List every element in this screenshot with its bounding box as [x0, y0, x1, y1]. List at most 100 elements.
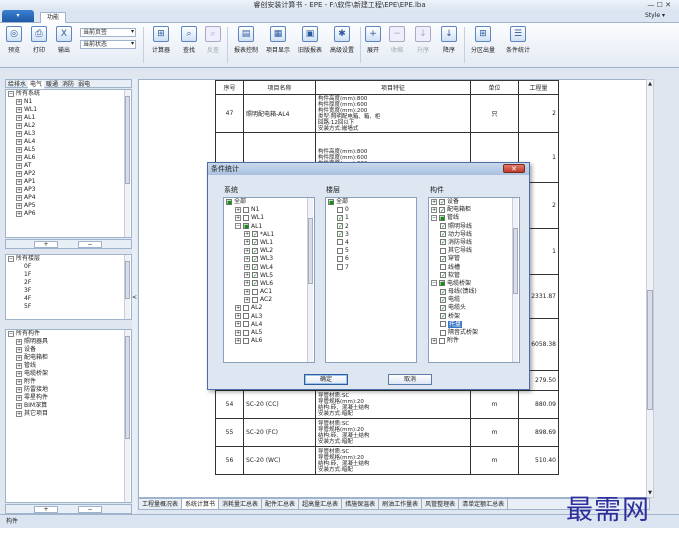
checklist-item[interactable]: 5	[326, 247, 416, 255]
checklist-item[interactable]: 1	[326, 214, 416, 222]
checklist-item[interactable]: 线槽	[429, 264, 519, 272]
checklist-item[interactable]: + N1	[224, 206, 314, 214]
expand-toggle-icon[interactable]: +	[16, 346, 22, 353]
tree-scrollbar[interactable]	[124, 330, 130, 502]
tab-low-voltage[interactable]: 弱电	[76, 81, 92, 89]
checkbox[interactable]	[252, 255, 258, 262]
checklist-item[interactable]: 消防导线	[429, 239, 519, 247]
tree-item[interactable]: + AL2	[6, 122, 131, 130]
checklist-item[interactable]: 全部	[224, 198, 314, 206]
checkbox[interactable]	[243, 329, 249, 336]
checklist-item[interactable]: + WL6	[224, 280, 314, 288]
expand-toggle-icon[interactable]: +	[16, 370, 22, 377]
sheet-tab[interactable]: 工程量概况表	[139, 499, 183, 509]
expand-toggle-icon[interactable]: +	[16, 154, 22, 161]
checklist-scroll-thumb[interactable]	[308, 218, 313, 284]
expand-toggle-icon[interactable]: +	[431, 337, 437, 344]
tree-item[interactable]: 2F	[6, 279, 131, 287]
checkbox[interactable]	[252, 296, 258, 303]
checklist-item[interactable]: 托盘	[429, 320, 519, 329]
checkbox[interactable]	[439, 206, 445, 213]
reverse-lookup-button[interactable]: ⌕ 反查	[202, 26, 224, 54]
tree-item[interactable]: 4F	[6, 295, 131, 303]
sort-ascending-button[interactable]: ↓ 升序	[412, 26, 434, 54]
expand-toggle-icon[interactable]: +	[16, 178, 22, 185]
checkbox[interactable]	[252, 231, 258, 238]
tree-item[interactable]: + WL1	[6, 106, 131, 114]
collapse-toggle-icon[interactable]: −	[431, 280, 437, 287]
expand-toggle-icon[interactable]: +	[244, 231, 250, 238]
checkbox[interactable]	[440, 255, 446, 262]
checklist-item[interactable]: + AL4	[224, 321, 314, 329]
advanced-settings-button[interactable]: ✱ 高级设置	[326, 26, 358, 54]
tree-item[interactable]: 1F	[6, 271, 131, 279]
close-icon[interactable]: ✕	[503, 164, 525, 173]
checklist-item[interactable]: + AL3	[224, 313, 314, 321]
checkbox[interactable]	[440, 264, 446, 270]
checklist-item[interactable]: 电缆头	[429, 304, 519, 312]
checklist-item[interactable]: + AL2	[224, 304, 314, 312]
expand-toggle-icon[interactable]: +	[16, 410, 22, 417]
expand-button[interactable]: + 展开	[362, 26, 384, 54]
checkbox[interactable]	[439, 214, 445, 221]
tree-item[interactable]: 5F	[6, 303, 131, 311]
checklist-item[interactable]: + *AL1	[224, 231, 314, 239]
expand-toggle-icon[interactable]: +	[244, 239, 250, 246]
tree-scroll-thumb[interactable]	[125, 96, 130, 185]
checklist-item[interactable]: 其它导线	[429, 247, 519, 255]
collapse-toggle-icon[interactable]: −	[431, 214, 437, 221]
expand-toggle-icon[interactable]: +	[16, 186, 22, 193]
system-checklist[interactable]: 全部+N1+WL1−AL1+*AL1+WL1+WL2+WL3+WL4+WL5+W…	[223, 197, 315, 363]
checklist-item[interactable]: 2	[326, 223, 416, 231]
checkbox[interactable]	[440, 231, 446, 238]
checklist-item[interactable]: 照明导线	[429, 223, 519, 231]
checkbox[interactable]	[440, 288, 446, 295]
expand-toggle-icon[interactable]: +	[244, 296, 250, 303]
expand-toggle-icon[interactable]: +	[244, 272, 250, 279]
checklist-scrollbar[interactable]	[512, 198, 518, 362]
window-controls[interactable]: — ☐ ✕	[647, 0, 671, 10]
checklist-item[interactable]: − AL1	[224, 223, 314, 231]
tree-item[interactable]: + 电缆桥架	[6, 370, 131, 378]
tree-scroll-thumb[interactable]	[125, 261, 130, 300]
checklist-item[interactable]: − 电缆桥架	[429, 280, 519, 288]
checklist-item[interactable]: + WL1	[224, 239, 314, 247]
checkbox[interactable]	[440, 321, 446, 328]
export-button[interactable]: X 输出	[53, 26, 75, 54]
checklist-item[interactable]: 动力导线	[429, 231, 519, 239]
tree-item[interactable]: + AP4	[6, 194, 131, 202]
checklist-item[interactable]: 4	[326, 239, 416, 247]
expand-toggle-icon[interactable]: +	[16, 114, 22, 121]
checklist-item[interactable]: 全部	[326, 198, 416, 206]
expand-toggle-icon[interactable]: +	[16, 386, 22, 393]
tree-item[interactable]: + AL4	[6, 138, 131, 146]
expand-toggle-icon[interactable]: +	[16, 162, 22, 169]
tree-item[interactable]: + AL3	[6, 130, 131, 138]
checklist-item[interactable]: 隔音式桥架	[429, 329, 519, 337]
style-menu[interactable]: Style ▾	[645, 12, 665, 19]
calculator-button[interactable]: ⊞ 计算器	[145, 26, 177, 54]
checkbox[interactable]	[328, 198, 334, 205]
checklist-item[interactable]: 电缆	[429, 296, 519, 304]
checklist-item[interactable]: 3	[326, 231, 416, 239]
sheet-tab[interactable]: 超高量汇总表	[299, 499, 343, 509]
checklist-item[interactable]: + WL3	[224, 255, 314, 263]
checklist-item[interactable]: + AC2	[224, 296, 314, 304]
component-tree[interactable]: − 所有构件 + 照明器具 + 设备 + 配电箱柜 + 管线 + 电缆桥架 + 附件 + 防雷接地 + 零星构件 +…	[5, 329, 132, 503]
expand-toggle-icon[interactable]: +	[244, 264, 250, 270]
condition-stats-button[interactable]: ☰ 条件统计	[502, 26, 534, 54]
checklist-item[interactable]: + AC1	[224, 288, 314, 296]
remove-system-button[interactable]: −	[78, 241, 102, 248]
checklist-item[interactable]: 软管	[429, 272, 519, 280]
panel-splitter[interactable]: <	[132, 79, 137, 514]
component-checklist[interactable]: +设备+配电箱柜−管线照明导线动力导线消防导线其它导线穿管线槽软管−电缆桥架母线…	[428, 197, 520, 363]
tree-item[interactable]: + AT	[6, 162, 131, 170]
checklist-item[interactable]: 穿管	[429, 255, 519, 263]
sort-descending-button[interactable]: ↓ 降序	[438, 26, 460, 54]
ok-button[interactable]: 确定	[304, 374, 348, 385]
add-component-button[interactable]: +	[34, 506, 58, 513]
collapse-toggle-icon[interactable]: −	[8, 330, 14, 337]
tree-item[interactable]: + AP2	[6, 170, 131, 178]
checklist-scroll-thumb[interactable]	[513, 228, 518, 294]
checkbox[interactable]	[337, 239, 343, 246]
